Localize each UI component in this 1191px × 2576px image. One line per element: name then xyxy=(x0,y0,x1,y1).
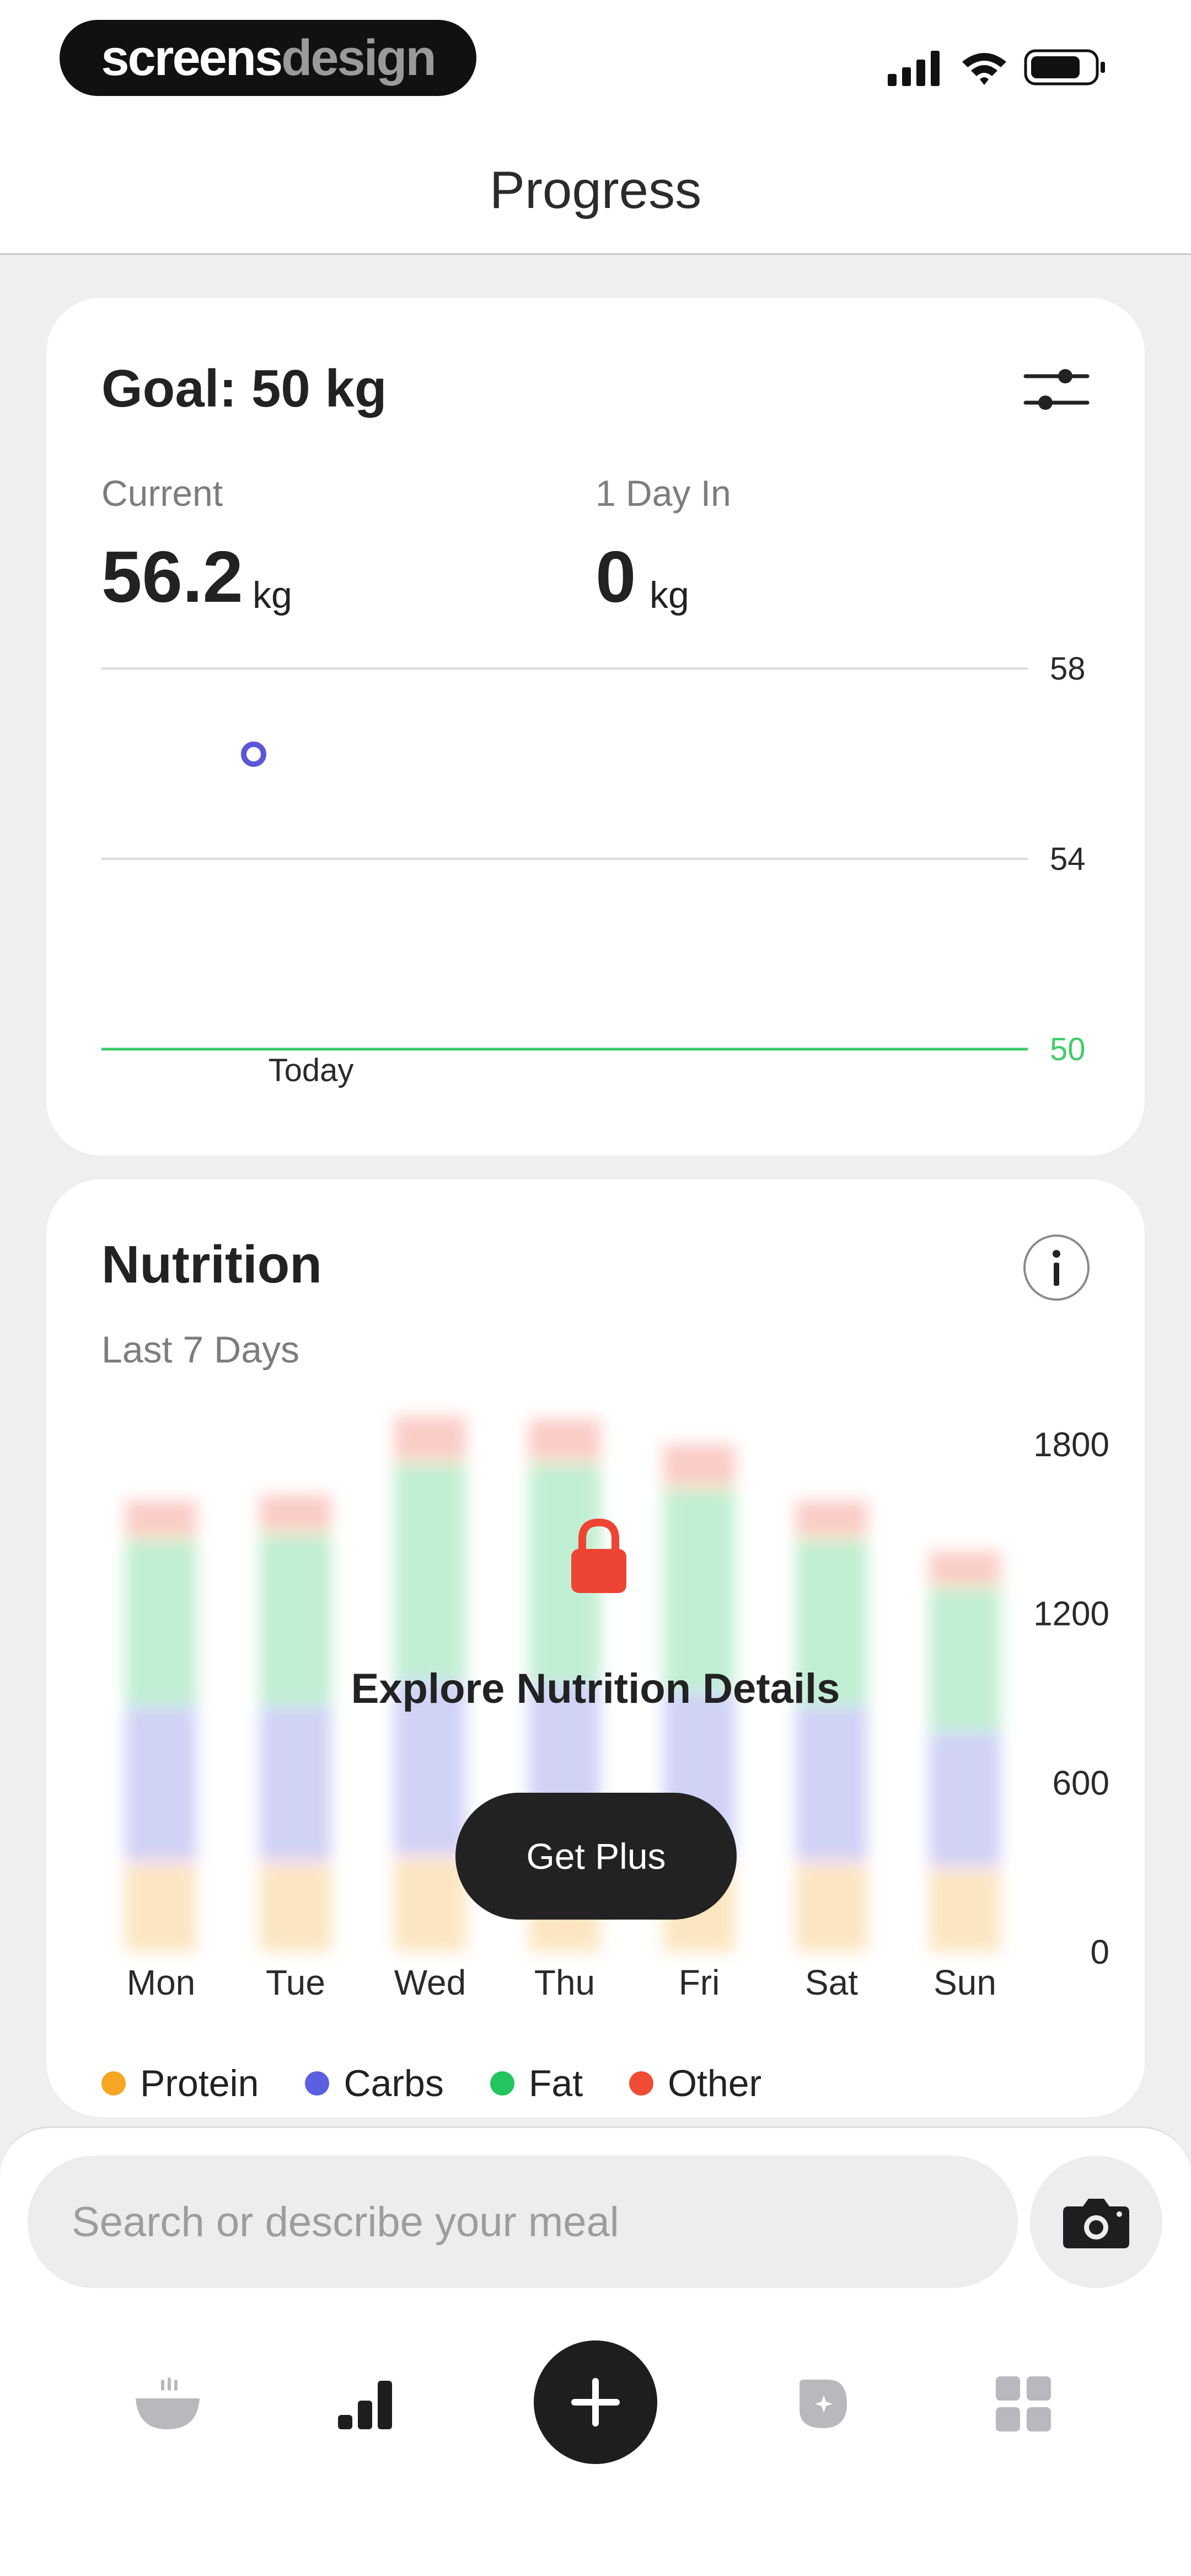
grid-icon xyxy=(996,2376,1051,2431)
nutrition-chart: Mon Tue Wed Thu Fri Sat Sun 0 600 1200 1800 xyxy=(125,1415,1109,2002)
x-tick-label: Fri xyxy=(679,1963,720,2002)
get-plus-button[interactable]: Get Plus xyxy=(455,1793,737,1920)
nutrition-card: Nutrition Last 7 Days Mon Tue Wed Thu Fri Sat… xyxy=(46,1179,1145,2117)
legend-dot-protein xyxy=(101,2071,126,2096)
x-tick-label: Mon xyxy=(127,1963,196,2002)
nutrition-bar-segment xyxy=(260,1861,331,1952)
x-tick-label: Sat xyxy=(805,1963,858,2002)
page-title: Progress xyxy=(489,161,702,220)
tab-meals[interactable] xyxy=(101,2338,234,2470)
nutrition-bar-segment xyxy=(796,1500,867,1537)
bar-chart-icon xyxy=(338,2381,392,2429)
legend-label-fat: Fat xyxy=(528,2062,583,2104)
nutrition-bar-segment xyxy=(394,1461,466,1681)
weight-chart: 50 54 58 Today xyxy=(101,651,1086,1088)
nutrition-bar-segment xyxy=(125,1706,197,1862)
tab-progress[interactable] xyxy=(300,2338,432,2470)
nutrition-bar-segment xyxy=(125,1861,197,1952)
badge-icon xyxy=(800,2380,847,2428)
y-tick-label: 54 xyxy=(1050,841,1086,877)
top-bar: screens design Progress xyxy=(0,0,1191,255)
nutrition-bar-segment xyxy=(663,1444,735,1487)
nutrition-bar-segment xyxy=(260,1706,331,1862)
nutrition-bar-segment xyxy=(796,1861,867,1952)
nutrition-bar-segment xyxy=(929,1867,1001,1952)
add-entry-button[interactable] xyxy=(534,2340,657,2464)
nutrition-legend: Protein Carbs Fat Other xyxy=(101,2062,808,2105)
nutrition-bar-segment xyxy=(929,1551,1001,1585)
signal-icon xyxy=(888,51,940,86)
x-tick-label: Wed xyxy=(394,1963,466,2002)
explore-nutrition-title: Explore Nutrition Details xyxy=(351,1665,840,1712)
nutrition-bar-segment xyxy=(663,1486,735,1692)
x-tick-label: Tue xyxy=(266,1963,325,2002)
x-tick-label: Sun xyxy=(934,1963,996,2002)
nutrition-bar-segment xyxy=(260,1495,331,1532)
x-tick-label: Today xyxy=(269,1052,354,1088)
nutrition-bar-segment xyxy=(529,1419,600,1461)
tab-badges[interactable] xyxy=(757,2338,889,2470)
y-tick-label: 1200 xyxy=(1033,1595,1109,1633)
y-tick-label: 50 xyxy=(1050,1032,1086,1067)
y-tick-label: 600 xyxy=(1053,1764,1109,1802)
legend-item-fat: Fat xyxy=(490,2062,583,2105)
camera-button[interactable] xyxy=(1030,2156,1162,2288)
weight-data-point xyxy=(241,741,266,767)
legend-label-other: Other xyxy=(668,2062,762,2104)
battery-icon xyxy=(1024,49,1105,85)
legend-item-other: Other xyxy=(629,2062,761,2105)
brand-logo-part2: design xyxy=(281,29,436,86)
brand-logo: screens design xyxy=(60,20,476,96)
legend-label-carbs: Carbs xyxy=(344,2062,444,2104)
y-tick-label: 58 xyxy=(1050,651,1086,687)
y-tick-label: 0 xyxy=(1091,1933,1109,1971)
legend-dot-carbs xyxy=(305,2071,330,2096)
nutrition-bar-segment xyxy=(394,1856,466,1952)
bottom-panel xyxy=(0,2126,1191,2576)
tab-more[interactable] xyxy=(957,2338,1090,2470)
lock-icon xyxy=(571,1518,626,1593)
nutrition-bar-segment xyxy=(125,1500,197,1537)
weight-goal-card: Goal: 50 kg Current 56.2 kg 1 Day In 0 k… xyxy=(46,298,1145,1156)
nutrition-bar-segment xyxy=(796,1706,867,1862)
bowl-icon xyxy=(136,2377,200,2429)
status-bar-icons xyxy=(888,49,1105,86)
legend-item-protein: Protein xyxy=(101,2062,259,2105)
legend-item-carbs: Carbs xyxy=(305,2062,444,2105)
legend-label-protein: Protein xyxy=(140,2062,259,2104)
nutrition-bar-segment xyxy=(929,1731,1001,1867)
meal-search-input[interactable] xyxy=(28,2156,1018,2288)
wifi-icon xyxy=(962,53,1006,85)
x-tick-label: Thu xyxy=(534,1963,595,2002)
brand-logo-part1: screens xyxy=(101,29,283,86)
plus-icon xyxy=(571,2378,620,2427)
legend-dot-other xyxy=(629,2071,654,2096)
nutrition-bar-segment xyxy=(394,1415,466,1461)
legend-dot-fat xyxy=(490,2071,514,2096)
camera-icon xyxy=(1063,2199,1129,2248)
y-tick-label: 1800 xyxy=(1033,1426,1109,1464)
